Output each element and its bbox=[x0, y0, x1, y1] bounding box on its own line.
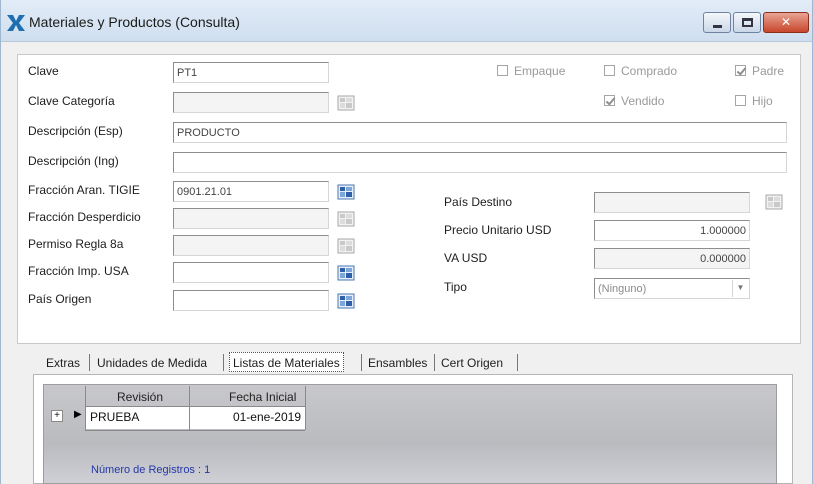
precio-unitario-label: Precio Unitario USD bbox=[444, 223, 552, 237]
fraccion-imp-usa-label: Fracción Imp. USA bbox=[28, 264, 129, 278]
tipo-select[interactable]: (Ninguno) ▼ bbox=[594, 278, 750, 299]
tab-separator bbox=[434, 354, 435, 371]
checkbox-box[interactable] bbox=[604, 65, 615, 76]
lookup-grid-icon[interactable] bbox=[337, 292, 355, 310]
expand-plus-icon[interactable]: + bbox=[51, 410, 63, 422]
lookup-grid-icon[interactable] bbox=[337, 94, 355, 112]
lookup-grid-icon[interactable] bbox=[337, 237, 355, 255]
lookup-grid-icon[interactable] bbox=[337, 183, 355, 201]
hijo-checkbox[interactable]: Hijo bbox=[735, 94, 773, 108]
checkbox-box-checked[interactable] bbox=[735, 65, 746, 76]
empaque-label: Empaque bbox=[514, 64, 566, 78]
lookup-grid-icon[interactable] bbox=[337, 264, 355, 282]
title-bar[interactable]: Materiales y Productos (Consulta) ✕ bbox=[1, 0, 812, 42]
pais-origen-label: País Origen bbox=[28, 292, 92, 306]
descripcion-esp-input[interactable]: PRODUCTO bbox=[173, 122, 787, 143]
grid-divider bbox=[85, 430, 305, 431]
maximize-icon bbox=[742, 18, 753, 27]
precio-unitario-input[interactable]: 1.000000 bbox=[594, 220, 750, 241]
fraccion-desperdicio-label: Fracción Desperdicio bbox=[28, 210, 141, 224]
tab-separator bbox=[89, 354, 90, 371]
checkbox-box[interactable] bbox=[735, 95, 746, 106]
permiso-regla-label: Permiso Regla 8a bbox=[28, 237, 124, 251]
pais-destino-label: País Destino bbox=[444, 195, 513, 209]
tab-separator bbox=[517, 354, 518, 371]
permiso-regla-input[interactable] bbox=[173, 235, 329, 256]
descripcion-esp-label: Descripción (Esp) bbox=[28, 124, 123, 138]
grid-divider bbox=[305, 386, 306, 430]
tab-extras[interactable]: Extras bbox=[46, 352, 80, 370]
fraccion-desperdicio-input[interactable] bbox=[173, 208, 329, 229]
chevron-down-icon[interactable]: ▼ bbox=[732, 280, 748, 297]
clave-label: Clave bbox=[28, 64, 59, 78]
tab-unidades-de-medida[interactable]: Unidades de Medida bbox=[97, 352, 207, 370]
fraccion-aran-input[interactable]: 0901.21.01 bbox=[173, 181, 329, 202]
close-button[interactable]: ✕ bbox=[763, 12, 809, 33]
pais-origen-input[interactable] bbox=[173, 290, 329, 311]
fraccion-aran-label: Fracción Aran. TIGIE bbox=[28, 183, 140, 197]
vendido-label: Vendido bbox=[621, 94, 665, 108]
padre-label: Padre bbox=[752, 64, 785, 78]
table-row-revision[interactable]: PRUEBA bbox=[86, 407, 189, 429]
clave-input[interactable]: PT1 bbox=[173, 62, 329, 83]
checkbox-box[interactable] bbox=[497, 65, 508, 76]
tipo-label: Tipo bbox=[444, 280, 467, 294]
tab-separator bbox=[361, 354, 362, 371]
window-title: Materiales y Productos (Consulta) bbox=[29, 14, 240, 30]
tab-listas-de-materiales[interactable]: Listas de Materiales bbox=[229, 352, 344, 372]
lookup-grid-icon[interactable] bbox=[765, 193, 783, 211]
clave-categoria-label: Clave Categoría bbox=[28, 94, 115, 108]
pais-destino-input[interactable] bbox=[594, 192, 750, 213]
maximize-button[interactable] bbox=[733, 12, 761, 33]
column-header-fecha-inicial[interactable]: Fecha Inicial bbox=[229, 390, 296, 404]
vendido-checkbox[interactable]: Vendido bbox=[604, 94, 664, 108]
padre-checkbox[interactable]: Padre bbox=[735, 64, 784, 78]
minimize-icon bbox=[713, 25, 722, 28]
tab-ensambles[interactable]: Ensambles bbox=[368, 352, 427, 370]
app-logo-icon bbox=[7, 15, 25, 31]
tab-separator bbox=[223, 354, 224, 371]
minimize-button[interactable] bbox=[703, 12, 731, 33]
comprado-checkbox[interactable]: Comprado bbox=[604, 64, 677, 78]
main-window: Materiales y Productos (Consulta) ✕ Clav… bbox=[0, 0, 813, 484]
fraccion-imp-usa-input[interactable] bbox=[173, 262, 329, 283]
clave-categoria-input[interactable] bbox=[173, 92, 329, 113]
descripcion-ing-input[interactable] bbox=[173, 152, 787, 173]
va-usd-label: VA USD bbox=[444, 251, 488, 265]
close-icon: ✕ bbox=[780, 15, 792, 29]
checkbox-box-checked[interactable] bbox=[604, 95, 615, 106]
comprado-label: Comprado bbox=[621, 64, 678, 78]
row-pointer-icon: ▶ bbox=[74, 409, 82, 420]
record-count: Número de Registros : 1 bbox=[91, 464, 211, 476]
empaque-checkbox[interactable]: Empaque bbox=[497, 64, 565, 78]
tab-cert-origen[interactable]: Cert Origen bbox=[441, 352, 503, 370]
va-usd-input[interactable]: 0.000000 bbox=[594, 248, 750, 269]
lookup-grid-icon[interactable] bbox=[337, 210, 355, 228]
column-header-revision[interactable]: Revisión bbox=[117, 390, 163, 404]
table-row-fecha-inicial[interactable]: 01-ene-2019 bbox=[190, 407, 305, 429]
hijo-label: Hijo bbox=[752, 94, 773, 108]
tipo-select-value: (Ninguno) bbox=[598, 283, 647, 295]
descripcion-ing-label: Descripción (Ing) bbox=[28, 154, 119, 168]
